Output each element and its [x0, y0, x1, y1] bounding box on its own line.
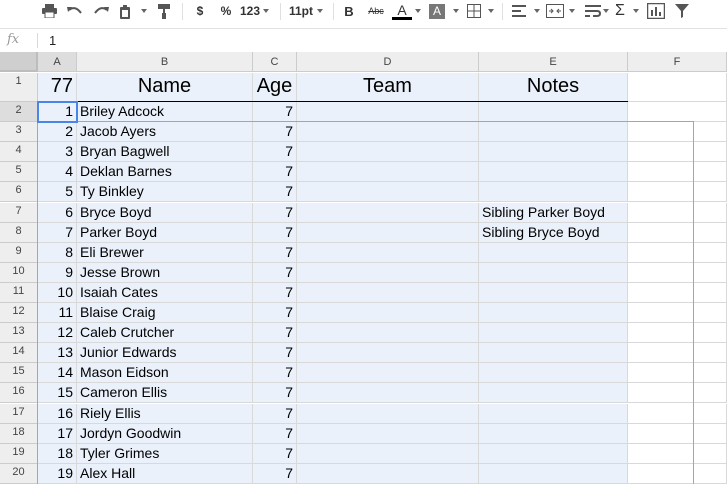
- redo-icon[interactable]: [92, 0, 110, 22]
- row-header[interactable]: 9: [0, 242, 38, 263]
- spreadsheet-grid: A B C D E F 1 77 Name Age Team Notes 2 1 Briley Adcock…: [0, 52, 727, 484]
- toolbar-divider: [333, 3, 334, 20]
- header-cell-f[interactable]: [628, 73, 727, 102]
- row-header[interactable]: 15: [0, 363, 38, 384]
- column-header-d[interactable]: D: [297, 52, 479, 72]
- strikethrough-label: Abc: [368, 6, 384, 16]
- row-header[interactable]: 18: [0, 423, 38, 444]
- row-header[interactable]: 12: [0, 303, 38, 324]
- fx-icon: fx: [7, 32, 20, 47]
- text-color-label: A: [397, 1, 407, 18]
- borders-icon[interactable]: [466, 0, 482, 22]
- strikethrough-icon[interactable]: Abc: [365, 0, 387, 22]
- borders-chevron-icon[interactable]: [487, 0, 495, 22]
- column-header-b[interactable]: B: [77, 52, 253, 72]
- currency-label: $: [196, 4, 204, 18]
- text-color-chevron-icon[interactable]: [414, 0, 422, 22]
- paint-roller-icon[interactable]: [155, 0, 173, 22]
- more-formats-button[interactable]: 123: [239, 0, 261, 22]
- empty-cell[interactable]: [628, 102, 727, 123]
- font-size-value: 11pt: [288, 4, 313, 18]
- notes-cell[interactable]: [479, 102, 628, 123]
- name-cell[interactable]: Briley Adcock: [77, 102, 253, 123]
- bold-label: B: [344, 3, 354, 19]
- row-header[interactable]: 16: [0, 383, 38, 404]
- toolbar: $ % 123 11pt B Abc A A Σ: [0, 0, 727, 25]
- row-header[interactable]: 3: [0, 122, 38, 143]
- header-cell-b[interactable]: Name: [77, 73, 253, 102]
- row-header[interactable]: 13: [0, 323, 38, 344]
- wrap-chevron-icon[interactable]: [602, 0, 610, 22]
- functions-label: Σ: [615, 2, 625, 19]
- header-cell-d[interactable]: Team: [297, 73, 479, 102]
- wrap-icon[interactable]: [584, 0, 602, 22]
- align-chevron-icon[interactable]: [533, 0, 541, 22]
- row-header[interactable]: 7: [0, 202, 38, 223]
- toolbar-divider: [280, 3, 281, 20]
- more-formats-label: 123: [239, 4, 261, 18]
- row-header[interactable]: 19: [0, 443, 38, 464]
- row-header[interactable]: 8: [0, 222, 38, 243]
- row-header[interactable]: 2: [0, 102, 38, 123]
- row-header[interactable]: 1: [0, 73, 38, 102]
- row-header[interactable]: 17: [0, 403, 38, 424]
- percent-label: %: [220, 4, 232, 18]
- row-header[interactable]: 6: [0, 182, 38, 203]
- row-header[interactable]: 5: [0, 162, 38, 183]
- formula-input[interactable]: 1: [49, 33, 56, 48]
- print-icon[interactable]: [40, 0, 58, 22]
- toolbar-divider: [182, 3, 183, 20]
- more-formats-chevron-icon[interactable]: [262, 0, 270, 22]
- text-color-swatch: [392, 16, 412, 20]
- functions-chevron-icon[interactable]: [632, 0, 640, 22]
- text-color-icon[interactable]: A: [392, 0, 412, 22]
- active-cell-selection[interactable]: [37, 101, 78, 124]
- column-header-c[interactable]: C: [253, 52, 297, 72]
- merge-icon[interactable]: [545, 0, 565, 22]
- clipboard-menu-chevron-icon[interactable]: [140, 0, 148, 22]
- toolbar-divider: [502, 3, 503, 20]
- fill-color-icon[interactable]: A: [428, 0, 446, 22]
- team-cell[interactable]: [297, 102, 479, 123]
- formula-bar-divider: [37, 33, 38, 48]
- row-header[interactable]: 20: [0, 463, 38, 484]
- fill-color-label: A: [429, 3, 445, 19]
- header-cell-e[interactable]: Notes: [479, 73, 628, 102]
- bold-icon[interactable]: B: [342, 0, 356, 22]
- row-header[interactable]: 4: [0, 142, 38, 163]
- chart-icon[interactable]: [646, 0, 666, 22]
- row-header[interactable]: 14: [0, 343, 38, 364]
- select-all-corner[interactable]: [0, 52, 38, 72]
- currency-icon[interactable]: $: [192, 0, 208, 22]
- copied-range-outline: [37, 121, 694, 484]
- row-header[interactable]: 11: [0, 282, 38, 303]
- undo-icon[interactable]: [65, 0, 83, 22]
- header-cell-a[interactable]: 77: [38, 73, 77, 102]
- functions-icon[interactable]: Σ: [612, 0, 628, 22]
- age-cell[interactable]: 7: [253, 102, 297, 123]
- column-header-f[interactable]: F: [628, 52, 727, 72]
- percent-icon[interactable]: %: [217, 0, 235, 22]
- header-cell-c[interactable]: Age: [253, 73, 297, 102]
- filter-icon[interactable]: [673, 0, 691, 22]
- font-size-select[interactable]: 11pt: [288, 0, 314, 22]
- fill-color-chevron-icon[interactable]: [452, 0, 460, 22]
- font-size-chevron-icon[interactable]: [316, 0, 324, 22]
- row-header[interactable]: 10: [0, 262, 38, 283]
- merge-chevron-icon[interactable]: [568, 0, 576, 22]
- column-header-e[interactable]: E: [479, 52, 628, 72]
- column-header-a[interactable]: A: [38, 52, 77, 72]
- formula-bar: fx 1: [0, 28, 727, 52]
- align-icon[interactable]: [510, 0, 528, 22]
- paint-format-icon[interactable]: [117, 0, 133, 22]
